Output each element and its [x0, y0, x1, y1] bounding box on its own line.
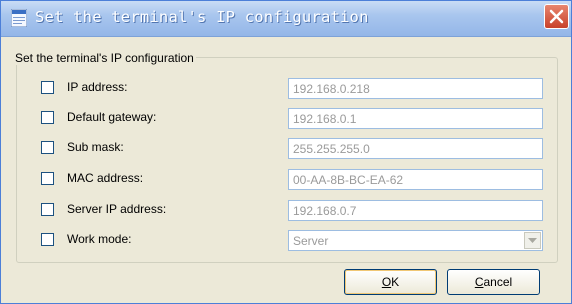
ip-address-field[interactable]: 192.168.0.218 — [288, 78, 543, 99]
work-mode-dropdown-button[interactable] — [524, 232, 541, 249]
chevron-down-icon — [528, 238, 537, 243]
mac-address-label: MAC address: — [67, 171, 144, 185]
group-label: Set the terminal's IP configuration — [13, 51, 196, 65]
work-mode-checkbox[interactable] — [41, 233, 54, 246]
server-ip-label: Server IP address: — [67, 202, 167, 216]
work-mode-select[interactable]: Server — [288, 230, 543, 251]
server-ip-field[interactable]: 192.168.0.7 — [288, 200, 543, 221]
app-icon — [11, 9, 27, 27]
sub-mask-label: Sub mask: — [67, 140, 124, 154]
default-gateway-label: Default gateway: — [67, 110, 157, 124]
work-mode-label: Work mode: — [67, 232, 132, 246]
ok-mnemonic: O — [381, 275, 392, 289]
mac-address-value: 00-AA-8B-BC-EA-62 — [293, 173, 404, 187]
ip-address-label: IP address: — [67, 80, 128, 94]
sub-mask-value: 255.255.255.0 — [293, 142, 370, 156]
cancel-button[interactable]: Cancel — [447, 269, 540, 295]
default-gateway-value: 192.168.0.1 — [293, 112, 357, 126]
ip-address-value: 192.168.0.218 — [293, 82, 370, 96]
default-gateway-field[interactable]: 192.168.0.1 — [288, 108, 543, 129]
mac-address-field[interactable]: 00-AA-8B-BC-EA-62 — [288, 169, 543, 190]
title-bar[interactable]: Set the terminal's IP configuration — [1, 1, 571, 37]
default-gateway-checkbox[interactable] — [41, 111, 54, 124]
work-mode-value: Server — [293, 234, 329, 248]
window-title: Set the terminal's IP configuration — [35, 8, 369, 26]
mac-address-checkbox[interactable] — [41, 172, 54, 185]
server-ip-value: 192.168.0.7 — [293, 204, 357, 218]
sub-mask-checkbox[interactable] — [41, 141, 54, 154]
close-icon — [549, 9, 564, 24]
cancel-label-rest: ancel — [483, 275, 513, 289]
sub-mask-field[interactable]: 255.255.255.0 — [288, 138, 543, 159]
close-button[interactable] — [544, 4, 569, 29]
ok-button[interactable]: OK — [344, 269, 437, 295]
dialog-window: Set the terminal's IP configuration Set … — [0, 0, 572, 304]
server-ip-checkbox[interactable] — [41, 203, 54, 216]
ip-address-checkbox[interactable] — [41, 81, 54, 94]
dialog-client: Set the terminal's IP configuration IP a… — [5, 38, 567, 300]
ok-label-rest: K — [391, 275, 400, 289]
